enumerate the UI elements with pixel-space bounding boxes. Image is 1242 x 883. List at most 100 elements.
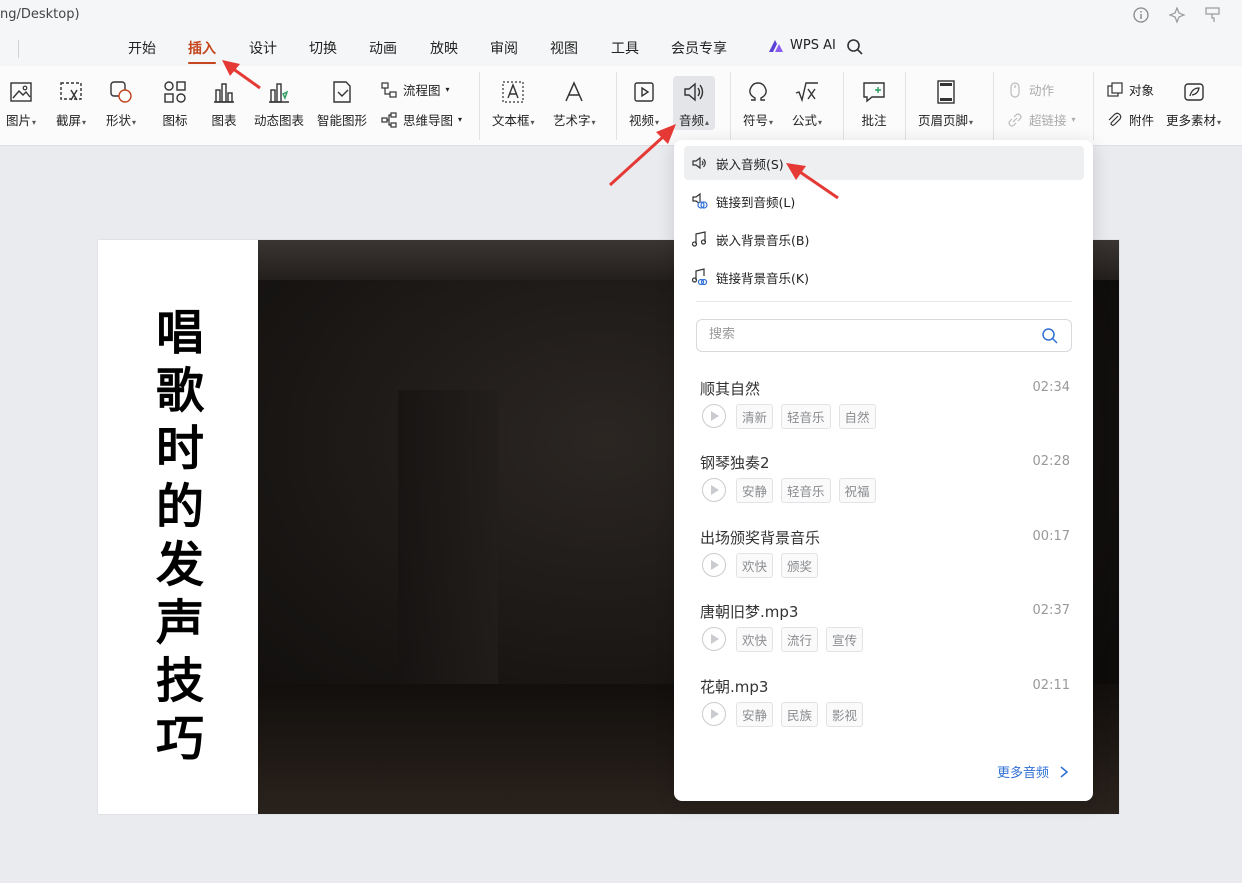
song-tag[interactable]: 清新 [736, 404, 774, 429]
tab-review[interactable]: 审阅 [490, 38, 518, 58]
song-duration: 02:37 [1032, 603, 1070, 618]
wps-ai-button[interactable]: WPS AI [768, 38, 836, 53]
play-icon[interactable] [702, 702, 726, 726]
screenshot-button[interactable]: 截屏▾ [56, 78, 86, 129]
tab-animation[interactable]: 动画 [369, 38, 397, 58]
tab-design[interactable]: 设计 [249, 38, 277, 58]
flowchart-icon [381, 81, 397, 98]
info-icon[interactable] [1132, 6, 1150, 24]
mouse-icon [1010, 81, 1020, 98]
ribbon-separator [1093, 72, 1094, 140]
chevron-down-icon: ▾ [1217, 118, 1222, 127]
song-item[interactable]: 花朝.mp3 02:11 安静 民族 影视 [700, 676, 1070, 740]
tab-start[interactable]: 开始 [128, 38, 156, 58]
song-item[interactable]: 出场颁奖背景音乐 00:17 欢快 颁奖 [700, 527, 1070, 591]
tab-insert[interactable]: 插入 [188, 38, 216, 64]
chart-button[interactable]: 图表 [210, 78, 238, 129]
format-painter-icon[interactable] [1204, 6, 1222, 24]
hyperlink-button[interactable]: 超链接 ▾ [1006, 110, 1076, 129]
shape-button[interactable]: 形状▾ [106, 78, 136, 129]
audio-label: 音频 [679, 113, 705, 128]
ribbon-separator [993, 72, 994, 140]
more-material-button[interactable]: 更多素材▾ [1166, 78, 1221, 129]
tab-slideshow[interactable]: 放映 [430, 38, 458, 58]
play-icon[interactable] [702, 553, 726, 577]
chevron-down-icon: ▾ [32, 118, 37, 127]
tab-view[interactable]: 视图 [550, 38, 578, 58]
symbol-button[interactable]: 符号▾ [743, 78, 773, 129]
link-audio-item[interactable]: 链接到音频(L) [684, 184, 1084, 218]
song-tag[interactable]: 民族 [781, 702, 819, 727]
attachment-label: 附件 [1129, 113, 1155, 128]
song-duration: 02:34 [1032, 380, 1070, 395]
embed-bg-music-item[interactable]: 嵌入背景音乐(B) [684, 222, 1084, 256]
icon-label: 图标 [162, 113, 188, 128]
object-icon [1107, 81, 1123, 97]
textbox-button[interactable]: 文本框▾ [492, 78, 535, 129]
song-tag[interactable]: 轻音乐 [781, 478, 831, 503]
audio-search-input[interactable] [709, 327, 1029, 342]
song-tag[interactable]: 欢快 [736, 553, 774, 578]
song-tag[interactable]: 宣传 [826, 627, 864, 652]
mindmap-button[interactable]: 思维导图 ▾ [380, 110, 462, 129]
play-icon[interactable] [702, 478, 726, 502]
play-icon[interactable] [702, 627, 726, 651]
speaker-icon [684, 82, 704, 102]
embed-audio-item[interactable]: 嵌入音频(S) [684, 146, 1084, 180]
song-tag[interactable]: 影视 [826, 702, 864, 727]
song-duration: 02:11 [1032, 678, 1070, 693]
song-tag[interactable]: 颁奖 [781, 553, 819, 578]
ribbon-separator [616, 72, 617, 140]
star-sparkle-icon[interactable] [1168, 6, 1186, 24]
song-tag[interactable]: 安静 [736, 702, 774, 727]
object-button[interactable]: 对象 [1106, 80, 1154, 99]
tab-transition[interactable]: 切换 [309, 38, 337, 58]
icon-button[interactable]: 图标 [161, 78, 189, 129]
embed-audio-label: 嵌入音频(S) [716, 156, 784, 172]
window-controls [1132, 6, 1222, 24]
song-tag[interactable]: 祝福 [838, 478, 876, 503]
smart-graphic-button[interactable]: 智能图形 [317, 78, 367, 129]
link-bg-music-item[interactable]: 链接背景音乐(K) [684, 260, 1084, 294]
dynamic-chart-icon [269, 83, 289, 103]
song-name: 钢琴独奏2 [700, 454, 770, 472]
attachment-button[interactable]: 附件 [1106, 110, 1154, 129]
search-icon[interactable] [846, 38, 864, 56]
embed-bg-music-label: 嵌入背景音乐(B) [716, 232, 810, 248]
audio-button[interactable]: 音频▴ [673, 76, 716, 130]
ribbon-toolbar: 图片▾ 截屏▾ 形状▾ 图标 图表 动态图表 智能图形 流程图 ▾ 思维导图 ▾ 文… [0, 66, 1242, 146]
formula-button[interactable]: 公式▾ [792, 78, 822, 129]
screenshot-label: 截屏 [56, 113, 82, 128]
play-icon[interactable] [702, 404, 726, 428]
song-item[interactable]: 唐朝旧梦.mp3 02:37 欢快 流行 宣传 [700, 601, 1070, 665]
chevron-right-icon [1060, 765, 1069, 778]
tab-member[interactable]: 会员专享 [671, 38, 727, 58]
picture-button[interactable]: 图片▾ [6, 78, 36, 129]
more-audio-link[interactable]: 更多音频 [997, 762, 1069, 781]
slide-title[interactable]: 唱歌时的发声技巧 [150, 304, 210, 768]
comment-button[interactable]: 批注 [860, 78, 888, 129]
flowchart-label: 流程图 [403, 83, 441, 98]
video-button[interactable]: 视频▾ [629, 78, 659, 129]
wordart-button[interactable]: 艺术字▾ [553, 78, 596, 129]
flowchart-button[interactable]: 流程图 ▾ [380, 80, 450, 99]
song-tag[interactable]: 轻音乐 [781, 404, 831, 429]
dynamic-chart-button[interactable]: 动态图表 [254, 78, 304, 129]
chevron-down-icon: ▾ [1071, 115, 1076, 124]
song-tag[interactable]: 自然 [838, 404, 876, 429]
song-tag[interactable]: 安静 [736, 478, 774, 503]
song-item[interactable]: 钢琴独奏2 02:28 安静 轻音乐 祝福 [700, 452, 1070, 516]
search-icon[interactable] [1041, 327, 1059, 345]
action-button[interactable]: 动作 [1006, 80, 1054, 99]
shape-icon [110, 81, 132, 103]
song-tag[interactable]: 流行 [781, 627, 819, 652]
tab-tools[interactable]: 工具 [611, 38, 639, 58]
chevron-down-icon: ▾ [969, 118, 974, 127]
more-audio-label: 更多音频 [996, 766, 1049, 781]
header-footer-button[interactable]: 页眉页脚▾ [918, 78, 973, 129]
chevron-down-icon: ▾ [82, 118, 87, 127]
link-audio-label: 链接到音频(L) [716, 194, 796, 210]
song-item[interactable]: 顺其自然 02:34 清新 轻音乐 自然 [700, 378, 1070, 442]
song-tag[interactable]: 欢快 [736, 627, 774, 652]
audio-search-box[interactable] [696, 319, 1072, 352]
